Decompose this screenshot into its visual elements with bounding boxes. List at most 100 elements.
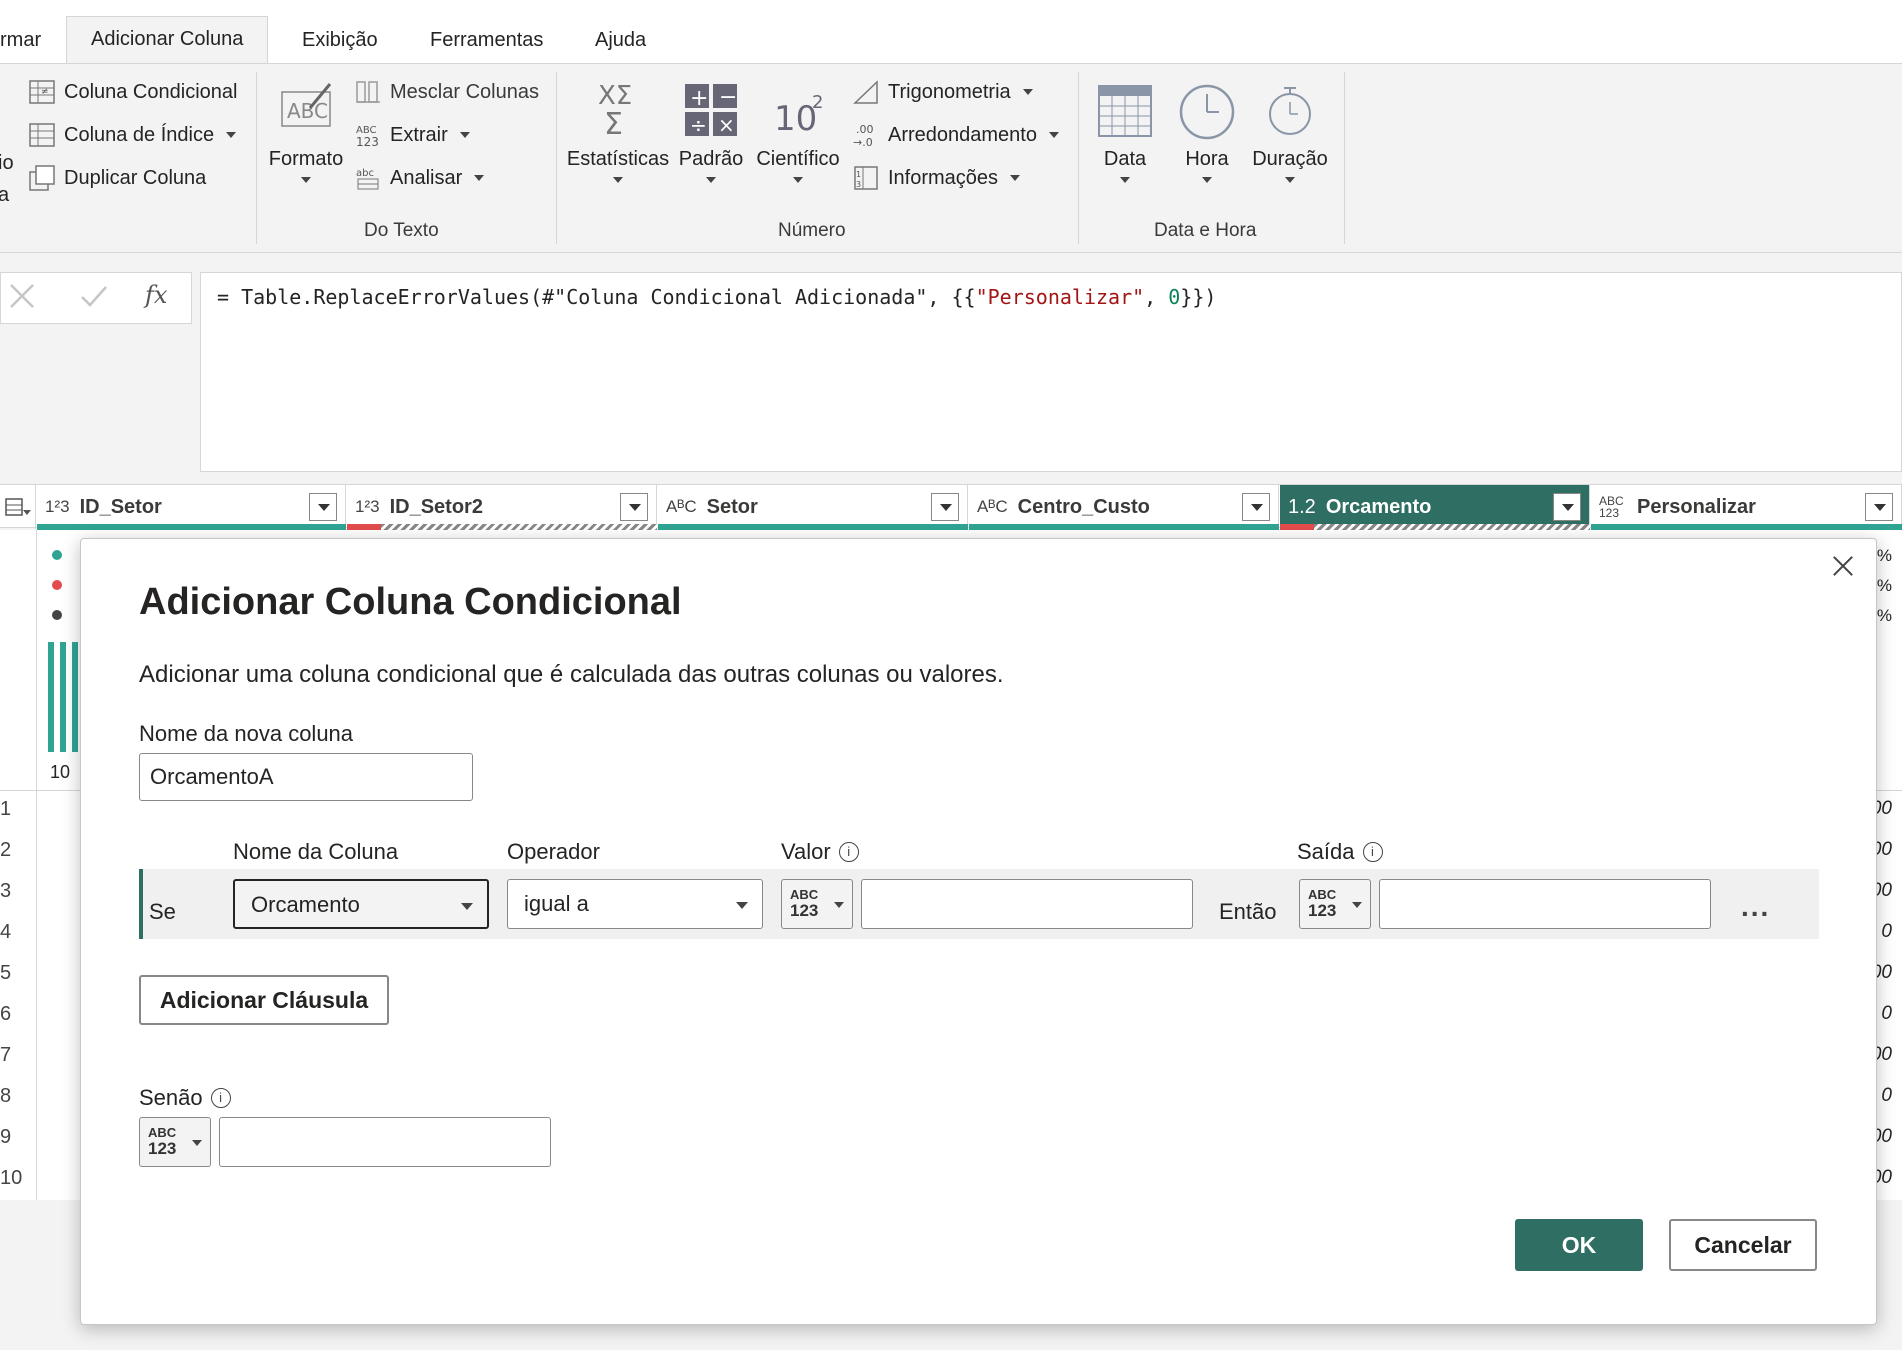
type-icon-decimal[interactable]: 1.2 xyxy=(1288,496,1316,519)
operator-select[interactable]: igual a xyxy=(507,879,763,929)
trigonometry-button[interactable]: Trigonometria xyxy=(852,78,1033,106)
tab-exibicao[interactable]: Exibição xyxy=(278,18,402,63)
column-header-orcamento[interactable]: 1.2 Orcamento xyxy=(1280,485,1590,529)
merge-columns-button[interactable]: Mesclar Colunas xyxy=(354,78,539,106)
merge-columns-icon xyxy=(354,78,382,106)
chevron-down-icon xyxy=(1120,177,1130,183)
filter-dropdown-icon[interactable] xyxy=(1865,493,1893,521)
column-header-id-setor2[interactable]: 1²3 ID_Setor2 xyxy=(347,485,657,529)
filter-dropdown-icon[interactable] xyxy=(931,493,959,521)
rounding-button[interactable]: .00 →.0 Arredondamento xyxy=(852,121,1059,149)
tab-adicionar-coluna[interactable]: Adicionar Coluna xyxy=(66,16,269,64)
information-button[interactable]: 13 Informações xyxy=(852,164,1021,192)
chevron-down-icon xyxy=(1285,177,1295,183)
svg-text:3: 3 xyxy=(856,180,861,189)
format-button[interactable]: ABC Formato xyxy=(264,78,348,183)
parse-button[interactable]: abc Analisar xyxy=(354,164,485,192)
tab-ferramentas[interactable]: Ferramentas xyxy=(406,18,567,63)
duplicate-column-button[interactable]: Duplicar Coluna xyxy=(28,164,206,192)
distinct-count: 10 xyxy=(50,762,71,782)
chevron-down-icon xyxy=(474,175,485,181)
type-icon-text[interactable]: AᴮC xyxy=(666,497,697,517)
duration-button[interactable]: Duração xyxy=(1250,78,1330,183)
more-options-icon[interactable]: ... xyxy=(1741,891,1770,923)
parse-abc-icon: abc xyxy=(354,164,382,192)
else-label-text: Senão xyxy=(139,1085,203,1110)
add-clause-button[interactable]: Adicionar Cláusula xyxy=(139,975,389,1025)
column-header-centro-custo[interactable]: AᴮC Centro_Custo xyxy=(969,485,1279,529)
date-button[interactable]: Data xyxy=(1090,78,1160,183)
standard-operators-icon: + − ÷ × xyxy=(679,78,743,142)
svg-text:×: × xyxy=(718,113,735,137)
extract-button[interactable]: ABC 123 Extrair xyxy=(354,121,470,149)
info-icon[interactable]: i xyxy=(838,842,859,862)
time-button[interactable]: Hora xyxy=(1172,78,1242,183)
fx-icon[interactable]: fx xyxy=(145,281,167,309)
row-number: 7 xyxy=(0,1044,12,1066)
statistics-button[interactable]: XΣ Σ Estatísticas xyxy=(566,78,670,183)
formula-editor[interactable]: = Table.ReplaceErrorValues(#"Coluna Cond… xyxy=(200,272,1902,472)
filter-dropdown-icon[interactable] xyxy=(309,493,337,521)
tab-transformar[interactable]: rmar xyxy=(0,18,65,63)
row-number: 3 xyxy=(0,880,12,902)
if-label: Se xyxy=(149,899,176,924)
column-name-select[interactable]: Orcamento xyxy=(233,879,489,929)
info-icon[interactable]: i xyxy=(210,1088,231,1108)
information-label: Informações xyxy=(888,166,999,189)
scientific-label: Científico xyxy=(756,148,840,170)
else-label: Senão i xyxy=(139,1085,231,1111)
type-icon-any[interactable]: ABC 123 xyxy=(1599,495,1627,519)
output-input[interactable] xyxy=(1379,879,1711,929)
stopwatch-icon xyxy=(1258,78,1322,142)
conditional-column-button[interactable]: ≠ Coluna Condicional xyxy=(28,78,237,106)
formula-buttons: fx xyxy=(0,272,192,324)
row-number: 1 xyxy=(0,798,12,820)
output-type-button[interactable]: ABC 123 xyxy=(1299,879,1371,929)
column-name: ID_Setor xyxy=(79,495,162,518)
row-number: 4 xyxy=(0,921,12,943)
type-icon-integer[interactable]: 1²3 xyxy=(355,497,380,517)
distribution-bars xyxy=(48,642,78,752)
cancel-button[interactable]: Cancelar xyxy=(1669,1219,1817,1271)
type-icon-integer[interactable]: 1²3 xyxy=(45,497,70,517)
output-header-text: Saída xyxy=(1297,839,1355,864)
ribbon-separator xyxy=(256,72,257,244)
group-label-text: Do Texto xyxy=(364,220,439,241)
trigonometry-triangle-icon xyxy=(852,78,880,106)
error-legend-dot xyxy=(52,580,62,590)
filter-dropdown-icon[interactable] xyxy=(620,493,648,521)
ok-button[interactable]: OK xyxy=(1515,1219,1643,1271)
cancel-formula-icon[interactable] xyxy=(7,281,37,311)
new-column-name-input[interactable]: OrcamentoA xyxy=(139,753,473,801)
svg-text:→.0: →.0 xyxy=(853,136,873,149)
table-menu-icon[interactable] xyxy=(0,485,36,529)
column-header-id-setor[interactable]: 1²3 ID_Setor xyxy=(37,485,346,529)
column-header-personalizar[interactable]: ABC 123 Personalizar xyxy=(1591,485,1902,529)
close-icon[interactable] xyxy=(1828,551,1858,581)
time-label: Hora xyxy=(1185,148,1229,170)
cell-value: 0 xyxy=(1881,1085,1892,1106)
scientific-button[interactable]: 10 2 Científico xyxy=(752,78,844,183)
confirm-formula-icon[interactable] xyxy=(79,281,109,311)
rounding-label: Arredondamento xyxy=(888,123,1037,146)
chevron-down-icon xyxy=(459,132,470,138)
type-icon-text[interactable]: AᴮC xyxy=(977,497,1008,517)
ribbon-cut-label-2: a xyxy=(0,184,10,206)
info-icon[interactable]: i xyxy=(1362,842,1383,862)
column-name: Orcamento xyxy=(1325,495,1432,518)
column-name: ID_Setor2 xyxy=(389,495,483,518)
column-header-setor[interactable]: AᴮC Setor xyxy=(658,485,968,529)
index-column-button[interactable]: Coluna de Índice xyxy=(28,121,237,149)
value-input[interactable] xyxy=(861,879,1193,929)
duplicate-column-icon xyxy=(28,164,56,192)
filter-dropdown-icon[interactable] xyxy=(1553,493,1581,521)
chevron-down-icon xyxy=(1202,177,1212,183)
else-type-button[interactable]: ABC 123 xyxy=(139,1117,211,1167)
value-type-button[interactable]: ABC 123 xyxy=(781,879,853,929)
standard-button[interactable]: + − ÷ × Padrão xyxy=(672,78,750,183)
ribbon-tab-bar: rmar Adicionar Coluna Exibição Ferrament… xyxy=(0,0,1902,64)
else-input[interactable] xyxy=(219,1117,551,1167)
filter-dropdown-icon[interactable] xyxy=(1242,493,1270,521)
tab-ajuda[interactable]: Ajuda xyxy=(571,18,670,63)
ribbon-cut-label-1: io xyxy=(0,152,14,174)
